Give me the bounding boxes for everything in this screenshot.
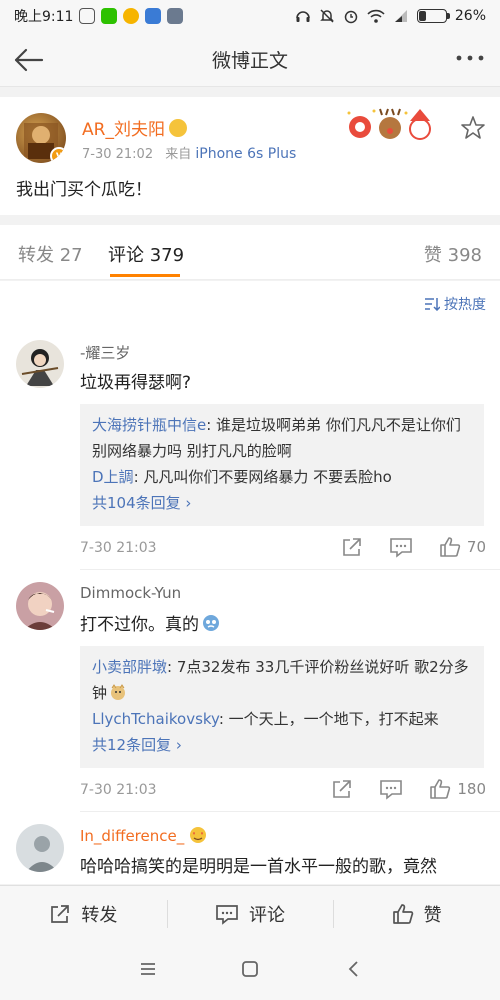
source-prefix: 来自 bbox=[165, 147, 192, 162]
image-notification-icon bbox=[167, 8, 184, 24]
weibo-post: v AR_刘夫阳 7-30 21:02 来自 iPhone 6s Plus 我出… bbox=[0, 97, 500, 215]
comment-label: 评论 bbox=[249, 904, 285, 926]
commenter-name[interactable]: -耀三岁 bbox=[80, 342, 130, 363]
sort-label: 按热度 bbox=[444, 297, 486, 313]
battery-icon bbox=[416, 9, 450, 23]
more-icon[interactable] bbox=[454, 46, 486, 70]
commenter-avatar[interactable] bbox=[16, 340, 64, 388]
favorite-star-icon[interactable] bbox=[460, 115, 486, 141]
reply-box[interactable]: 小卖部胖墩: 7点32发布 33几千评价粉丝说好听 歌2分多钟 LlychTch… bbox=[80, 646, 484, 768]
thumbs-up-icon bbox=[440, 537, 461, 557]
shield-app-icon bbox=[79, 8, 96, 24]
tab-comments[interactable]: 评论 379 bbox=[108, 241, 184, 267]
mute-bell-icon bbox=[320, 9, 334, 23]
chevron-right-icon: › bbox=[185, 494, 192, 512]
status-time: 晚上9:11 bbox=[14, 9, 74, 25]
comment-list: -耀三岁 垃圾再得瑟啊? 大海捞针瓶中信e: 谁是垃圾啊弟弟 你们凡凡不是让你们… bbox=[0, 328, 500, 884]
comment-time: 7-30 21:03 bbox=[80, 540, 157, 556]
like-label: 赞 bbox=[423, 904, 442, 926]
back-arrow-icon[interactable] bbox=[10, 42, 46, 78]
reply-author[interactable]: LlychTchaikovsky bbox=[92, 710, 219, 728]
app-notification-icon bbox=[145, 8, 162, 24]
like-post-button[interactable]: 赞 bbox=[333, 886, 500, 941]
comment-actions: 180 bbox=[331, 778, 486, 800]
home-icon[interactable] bbox=[240, 959, 260, 979]
sort-row: 按热度 bbox=[0, 281, 500, 328]
reply-text: : 凡凡叫你们不要网络暴力 不要丢脸ho bbox=[133, 468, 392, 486]
back-icon[interactable] bbox=[344, 959, 364, 979]
reply-item: LlychTchaikovsky: 一个天上，一个地下，打不起来 bbox=[92, 706, 472, 732]
bottom-action-bar: 转发 评论 赞 bbox=[0, 885, 500, 941]
app-notification-icon bbox=[123, 8, 140, 24]
tab-repost[interactable]: 转发 27 bbox=[18, 241, 83, 267]
doge-emoji-icon bbox=[111, 684, 126, 700]
alarm-icon bbox=[344, 10, 358, 24]
comment-icon bbox=[216, 904, 238, 925]
comment-text: 垃圾再得瑟啊? bbox=[80, 373, 192, 393]
author-avatar[interactable]: v bbox=[16, 113, 66, 163]
repost-label: 转发 bbox=[81, 904, 118, 926]
like-button[interactable]: 70 bbox=[439, 536, 486, 558]
reply-item: 小卖部胖墩: 7点32发布 33几千评价粉丝说好听 歌2分多钟 bbox=[92, 654, 472, 706]
christmas-decoration-icon bbox=[347, 108, 431, 140]
sort-icon bbox=[425, 298, 440, 311]
share-icon[interactable] bbox=[341, 536, 363, 558]
reply-item: D上調: 凡凡叫你们不要网络暴力 不要丢脸ho bbox=[92, 464, 472, 490]
more-replies-link[interactable]: 共12条回复 › bbox=[92, 732, 472, 758]
comment-item: In_difference_ 哈哈哈搞笑的是明明是一首水平一般的歌，竟然 bbox=[0, 812, 500, 884]
menu-icon[interactable] bbox=[138, 959, 158, 979]
commenter-name[interactable]: In_difference_ bbox=[80, 826, 208, 845]
status-bar: 晚上9:11 26% bbox=[0, 0, 500, 32]
reply-item: 大海捞针瓶中信e: 谁是垃圾啊弟弟 你们凡凡不是让你们别网络暴力吗 别打凡凡的脸… bbox=[92, 412, 472, 464]
comment-actions: 70 bbox=[341, 536, 486, 558]
comment-icon[interactable] bbox=[389, 536, 413, 558]
like-button[interactable]: 180 bbox=[429, 778, 486, 800]
post-tabs: 转发 27 评论 379 赞 398 bbox=[0, 225, 500, 280]
commenter-avatar[interactable] bbox=[16, 582, 64, 630]
reply-author[interactable]: 小卖部胖墩 bbox=[92, 658, 167, 676]
reply-author[interactable]: D上調 bbox=[92, 468, 134, 486]
comment-item: Dimmock-Yun 打不过你。真的 小卖部胖墩: 7点32发布 33几千评价… bbox=[0, 570, 500, 812]
thumbs-up-icon bbox=[430, 779, 451, 799]
signal-icon bbox=[394, 10, 407, 22]
commenter-name[interactable]: Dimmock-Yun bbox=[80, 584, 181, 602]
share-icon[interactable] bbox=[331, 778, 353, 800]
comment-button[interactable]: 评论 bbox=[166, 886, 334, 941]
post-source[interactable]: iPhone 6s Plus bbox=[195, 146, 296, 162]
heart-eyes-emoji-icon bbox=[190, 827, 207, 843]
comment-text: 哈哈哈搞笑的是明明是一首水平一般的歌，竟然 bbox=[80, 857, 437, 877]
reply-author[interactable]: 大海捞针瓶中信e bbox=[92, 416, 206, 434]
thumbs-up-icon bbox=[392, 903, 413, 924]
verified-badge-icon: v bbox=[50, 147, 66, 163]
commenter-avatar[interactable] bbox=[16, 824, 64, 872]
active-tab-indicator bbox=[110, 274, 180, 277]
comment-item: -耀三岁 垃圾再得瑟啊? 大海捞针瓶中信e: 谁是垃圾啊弟弟 你们凡凡不是让你们… bbox=[0, 328, 500, 570]
comment-icon[interactable] bbox=[379, 778, 403, 800]
repost-icon bbox=[51, 904, 70, 923]
headphones-icon bbox=[296, 11, 310, 22]
repost-button[interactable]: 转发 bbox=[0, 886, 167, 941]
author-name[interactable]: AR_刘夫阳 bbox=[82, 115, 187, 140]
vip-crown-icon bbox=[168, 119, 187, 137]
nav-bar: 微博正文 bbox=[0, 32, 500, 87]
like-count: 70 bbox=[466, 538, 486, 556]
post-text: 我出门买个瓜吃！ bbox=[16, 180, 152, 200]
wifi-icon bbox=[367, 9, 385, 23]
more-replies-link[interactable]: 共104条回复 › bbox=[92, 490, 472, 516]
post-meta: 7-30 21:02 来自 iPhone 6s Plus bbox=[82, 143, 296, 162]
chevron-right-icon: › bbox=[175, 736, 182, 754]
system-nav-bar bbox=[0, 941, 500, 1000]
comment-time: 7-30 21:03 bbox=[80, 782, 157, 798]
reply-text: : 一个天上，一个地下，打不起来 bbox=[218, 710, 439, 728]
comment-text: 打不过你。真的 bbox=[80, 610, 223, 635]
reply-box[interactable]: 大海捞针瓶中信e: 谁是垃圾啊弟弟 你们凡凡不是让你们别网络暴力吗 别打凡凡的脸… bbox=[80, 404, 484, 526]
battery-percent: 26% bbox=[454, 8, 486, 24]
like-count: 180 bbox=[457, 780, 486, 798]
crying-emoji-icon bbox=[203, 615, 219, 631]
wechat-icon bbox=[101, 8, 118, 24]
page-title: 微博正文 bbox=[211, 49, 288, 72]
sort-by-hot-button[interactable]: 按热度 bbox=[424, 294, 486, 314]
post-time: 7-30 21:02 bbox=[82, 147, 154, 162]
tab-likes[interactable]: 赞 398 bbox=[424, 241, 482, 267]
